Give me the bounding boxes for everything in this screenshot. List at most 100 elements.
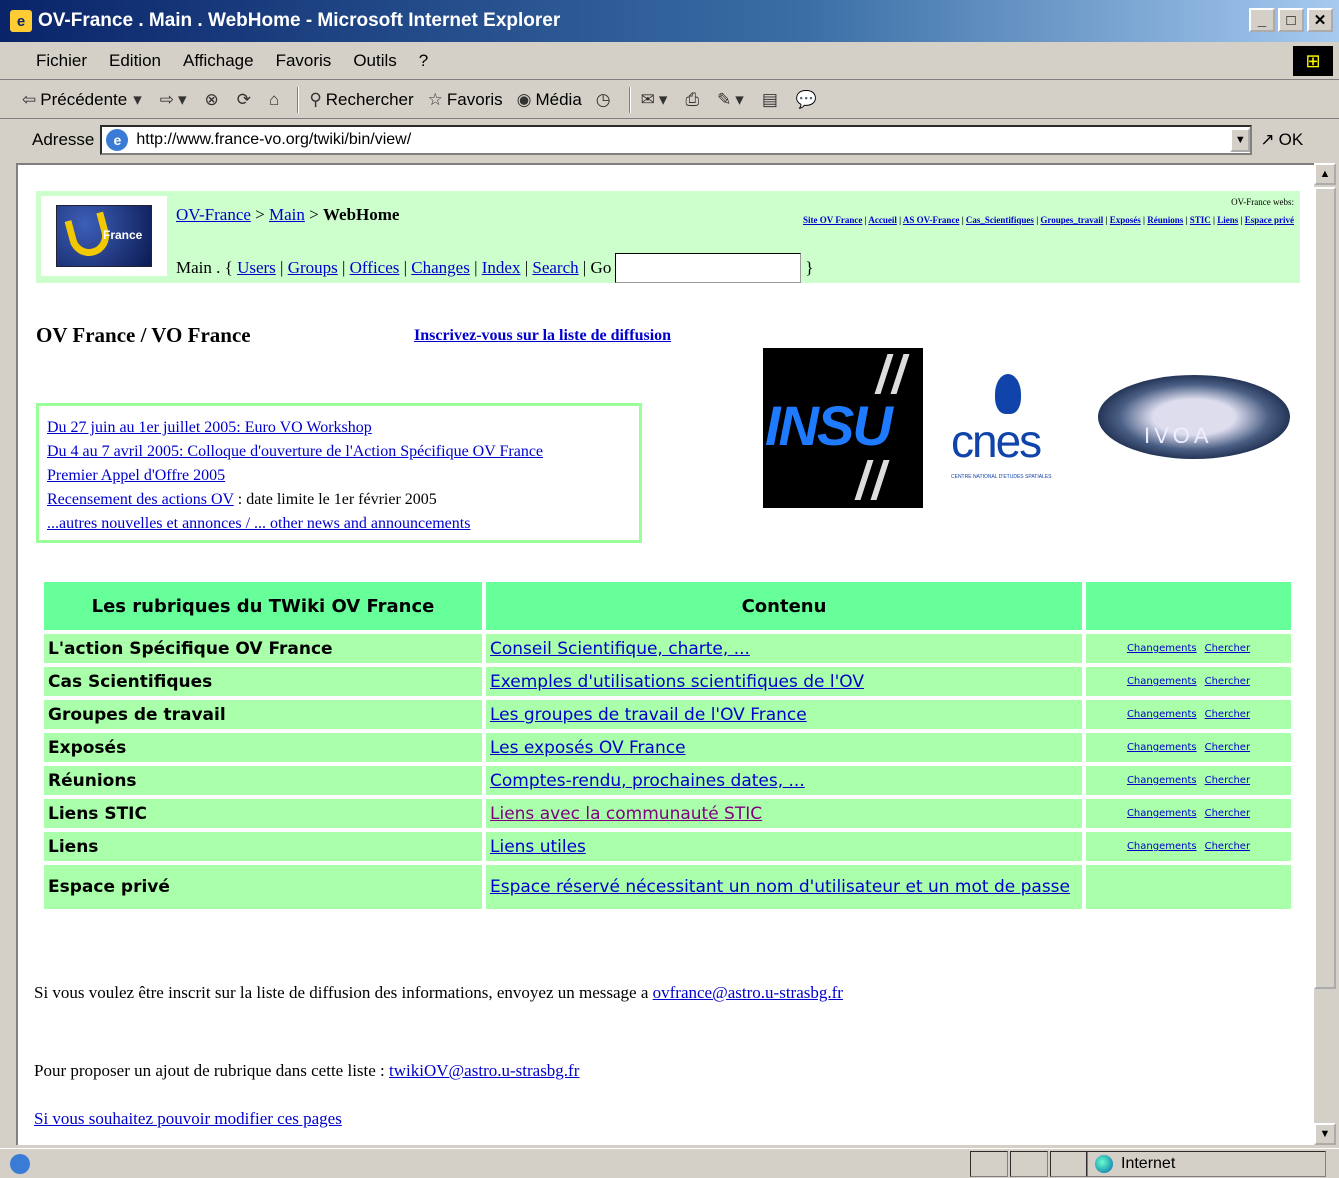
news-item: Recensement des actions OV : date limite… [47, 491, 437, 508]
vertical-scrollbar[interactable]: ▲ ▼ [1314, 163, 1336, 1145]
search-link[interactable]: Chercher [1205, 676, 1250, 687]
scroll-up-icon[interactable]: ▲ [1314, 163, 1336, 185]
changes-link[interactable]: Changements [1127, 841, 1197, 852]
menu-outils[interactable]: Outils [353, 51, 396, 71]
webs-title: OV-France webs: [1231, 197, 1294, 207]
web-liens[interactable]: Liens [1217, 215, 1238, 225]
web-reunions[interactable]: Réunions [1147, 215, 1183, 225]
search-link[interactable]: Chercher [1205, 709, 1250, 720]
history-button[interactable]: ◷ [596, 90, 615, 110]
rubric-content-link[interactable]: Liens utiles [490, 837, 586, 857]
jump-input[interactable] [615, 253, 802, 283]
rubric-content-link[interactable]: Comptes-rendu, prochaines dates, ... [490, 771, 805, 791]
changes-link[interactable]: Changements [1127, 709, 1197, 720]
news-link-colloque[interactable]: Du 4 au 7 avril 2005: Colloque d'ouvertu… [47, 443, 543, 460]
media-button[interactable]: ◉ Média [517, 90, 582, 110]
mailing-list-email-link[interactable]: ovfrance@astro.u-strasbg.fr [653, 983, 843, 1002]
web-accueil[interactable]: Accueil [868, 215, 897, 225]
address-dropdown-icon[interactable]: ▼ [1230, 128, 1251, 152]
news-link-appel-offre[interactable]: Premier Appel d'Offre 2005 [47, 467, 225, 484]
address-bar: Adresse e http://www.france-vo.org/twiki… [0, 120, 1339, 160]
minimize-button[interactable]: _ [1249, 8, 1275, 32]
scroll-down-icon[interactable]: ▼ [1314, 1123, 1336, 1145]
messenger-button[interactable]: 💬 [796, 90, 821, 110]
stop-button[interactable]: ⊗ [205, 90, 223, 110]
propose-email-link[interactable]: twikiOV@astro.u-strasbg.fr [389, 1061, 579, 1080]
web-link-users[interactable]: Users [237, 258, 276, 278]
breadcrumb-root-link[interactable]: OV-France [176, 205, 251, 224]
changes-link[interactable]: Changements [1127, 643, 1197, 654]
print-icon: ⎙ [685, 89, 700, 109]
rubric-content-link[interactable]: Les exposés OV France [490, 738, 686, 758]
breadcrumb-current: WebHome [322, 205, 400, 224]
address-label: Adresse [32, 130, 95, 149]
maximize-button[interactable]: □ [1278, 8, 1304, 32]
changes-link[interactable]: Changements [1127, 775, 1197, 786]
go-arrow-icon: ↗ [1260, 130, 1275, 149]
rubric-content-link[interactable]: Exemples d'utilisations scientifiques de… [490, 672, 864, 692]
web-link-changes[interactable]: Changes [411, 258, 470, 278]
discuss-button[interactable]: ▤ [762, 90, 782, 110]
go-label: Go [590, 258, 612, 277]
web-stic[interactable]: STIC [1190, 215, 1211, 225]
breadcrumb-web-link[interactable]: Main [269, 205, 305, 224]
web-site-ov-france[interactable]: Site OV France [803, 215, 862, 225]
home-button[interactable]: ⌂ [269, 90, 283, 110]
web-link-search[interactable]: Search [532, 258, 578, 278]
web-toolbar: Main . { Users | Groups | Offices | Chan… [176, 253, 814, 283]
favorites-button[interactable]: ☆ Favoris [428, 90, 503, 110]
web-as-ov-france[interactable]: AS OV-France [903, 215, 960, 225]
web-groupes-travail[interactable]: Groupes_travail [1040, 215, 1103, 225]
search-link[interactable]: Chercher [1205, 775, 1250, 786]
menu-fichier[interactable]: Fichier [36, 51, 87, 71]
chevron-down-icon: ▾ [658, 89, 668, 109]
changes-link[interactable]: Changements [1127, 808, 1197, 819]
print-button[interactable]: ⎙ [685, 90, 703, 110]
rubric-content-link[interactable]: Espace réservé nécessitant un nom d'util… [490, 877, 1070, 897]
ov-france-logo[interactable]: France [40, 195, 168, 277]
news-item: Du 4 au 7 avril 2005: Colloque d'ouvertu… [47, 440, 631, 464]
rubric-content-link[interactable]: Conseil Scientifique, charte, ... [490, 639, 750, 659]
rubric-name: L'action Spécifique OV France [44, 634, 482, 663]
close-button[interactable]: ✕ [1307, 8, 1333, 32]
ivoa-logo: IVOA [1094, 365, 1294, 465]
subscribe-link[interactable]: Inscrivez-vous sur la liste de diffusion [414, 327, 671, 345]
mail-button[interactable]: ✉ ▾ [641, 90, 672, 110]
rubric-content-link[interactable]: Les groupes de travail de l'OV France [490, 705, 807, 725]
scroll-thumb[interactable] [1314, 187, 1336, 989]
refresh-icon: ⟳ [236, 89, 252, 109]
changes-link[interactable]: Changements [1127, 742, 1197, 753]
refresh-button[interactable]: ⟳ [237, 90, 255, 110]
address-input[interactable]: e http://www.france-vo.org/twiki/bin/vie… [100, 125, 1253, 155]
changes-link[interactable]: Changements [1127, 676, 1197, 687]
rubric-content-link[interactable]: Liens avec la communauté STIC [490, 804, 762, 824]
news-link-other-news[interactable]: ...autres nouvelles et annonces / ... ot… [47, 515, 470, 532]
menu-help[interactable]: ? [419, 51, 428, 71]
modify-pages-link[interactable]: Si vous souhaitez pouvoir modifier ces p… [34, 1109, 342, 1128]
search-link[interactable]: Chercher [1205, 643, 1250, 654]
search-button[interactable]: ⚲ Rechercher [309, 90, 413, 110]
search-link[interactable]: Chercher [1205, 742, 1250, 753]
edit-button[interactable]: ✎ ▾ [717, 90, 748, 110]
news-link-euro-vo[interactable]: Du 27 juin au 1er juillet 2005: Euro VO … [47, 419, 372, 436]
web-exposes[interactable]: Exposés [1110, 215, 1141, 225]
search-link[interactable]: Chercher [1205, 841, 1250, 852]
web-link-offices[interactable]: Offices [350, 258, 400, 278]
go-button[interactable]: ↗ OK [1260, 130, 1303, 150]
table-row: Cas Scientifiques Exemples d'utilisation… [44, 667, 1291, 696]
menu-affichage[interactable]: Affichage [183, 51, 254, 71]
web-espace-prive[interactable]: Espace privé [1245, 215, 1294, 225]
chat-icon: 💬 [795, 89, 818, 109]
menu-edition[interactable]: Edition [109, 51, 161, 71]
history-icon: ◷ [595, 89, 611, 109]
menu-favoris[interactable]: Favoris [276, 51, 332, 71]
news-link-recensement[interactable]: Recensement des actions OV [47, 491, 234, 508]
document-icon: ▤ [761, 89, 778, 109]
forward-button[interactable]: ⇨ ▾ [160, 90, 191, 110]
search-link[interactable]: Chercher [1205, 808, 1250, 819]
web-link-index[interactable]: Index [482, 258, 521, 278]
web-cas-scientifiques[interactable]: Cas_Scientifiques [966, 215, 1034, 225]
web-link-groups[interactable]: Groups [288, 258, 338, 278]
back-button[interactable]: ⇦ Précédente ▾ [22, 90, 146, 110]
news-item: Premier Appel d'Offre 2005 [47, 464, 631, 488]
